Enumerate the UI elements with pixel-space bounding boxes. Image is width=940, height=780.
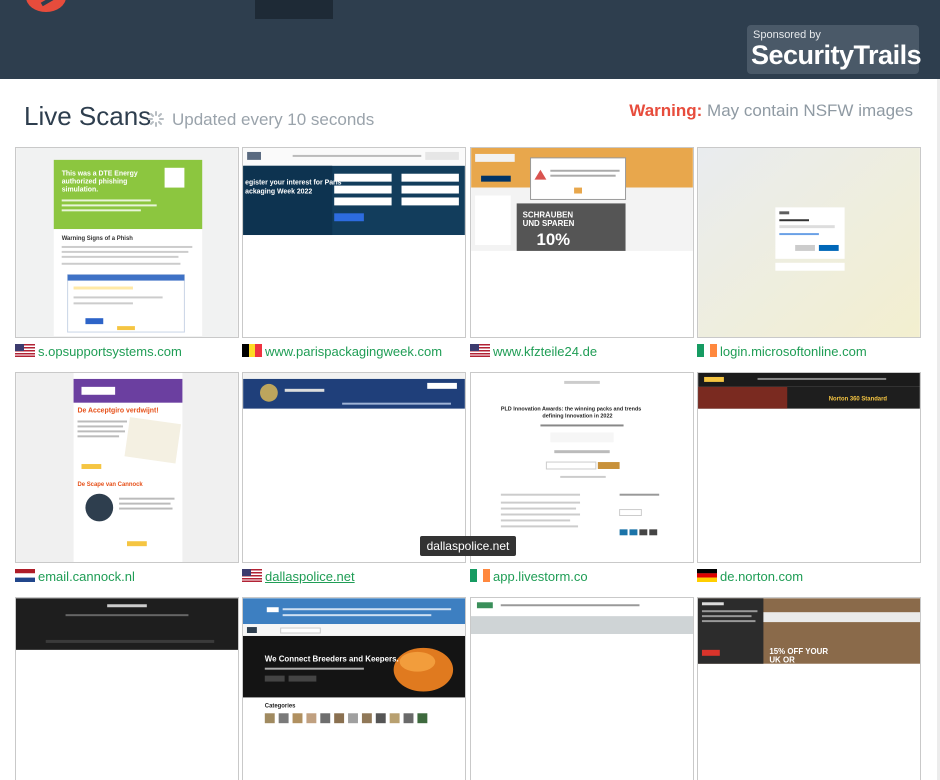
svg-text:simulation.: simulation. <box>62 187 99 194</box>
svg-text:UND SPAREN: UND SPAREN <box>523 219 575 228</box>
screenshot-dallaspolice <box>243 373 465 562</box>
scan-thumbnail-12[interactable]: 15% OFF YOUR UK OR <box>697 597 921 780</box>
svg-text:ackaging Week 2022: ackaging Week 2022 <box>245 189 312 196</box>
sponsor-name: SecurityTrails <box>751 40 922 70</box>
screenshot-norton: Norton 360 Standard <box>698 373 920 562</box>
nsfw-warning: Warning: May contain NSFW images <box>629 101 913 121</box>
scan-url-6: dallaspolice.net <box>265 569 355 585</box>
ie-flag-icon <box>697 344 717 357</box>
svg-text:This was a DTE Energy: This was a DTE Energy <box>62 171 138 178</box>
scan-thumbnail-3[interactable]: SCHRAUBEN UND SPAREN 10% <box>470 147 694 338</box>
scan-url-3: www.kfzteile24.de <box>493 344 598 360</box>
scan-thumbnail-11[interactable] <box>470 597 694 780</box>
page-title: Live Scans <box>24 101 152 131</box>
svg-text:15% OFF YOUR: 15% OFF YOUR <box>769 647 828 656</box>
ie-flag-icon <box>470 569 490 582</box>
scan-thumbnail-2[interactable]: egister your interest for Paris ackaging… <box>242 147 466 338</box>
be-flag-icon <box>242 344 262 357</box>
screenshot-parispackagingweek: egister your interest for Paris ackaging… <box>243 148 465 337</box>
url-tooltip: dallaspolice.net <box>420 536 516 556</box>
svg-text:PLD Innovation Awards: the win: PLD Innovation Awards: the winning packs… <box>501 407 642 413</box>
svg-text:egister your interest for Pari: egister your interest for Paris <box>245 180 341 187</box>
scan-url-4: login.microsoftonline.com <box>720 344 867 360</box>
nl-flag-icon <box>15 569 35 582</box>
scan-link-2[interactable]: www.parispackagingweek.com <box>242 343 442 361</box>
svg-text:SCHRAUBEN: SCHRAUBEN <box>523 210 574 219</box>
scan-link-3[interactable]: www.kfzteile24.de <box>470 343 597 361</box>
svg-text:defining Innovation in 2022: defining Innovation in 2022 <box>542 414 612 420</box>
screenshot-kfzteile24: SCHRAUBEN UND SPAREN 10% <box>471 148 693 337</box>
scan-url-5: email.cannock.nl <box>38 569 135 585</box>
svg-text:We Connect Breeders and Keeper: We Connect Breeders and Keepers. <box>265 655 399 664</box>
us-flag-icon <box>470 344 490 357</box>
us-flag-icon <box>242 569 262 582</box>
spinner-icon <box>148 111 164 127</box>
search-box[interactable] <box>255 0 333 19</box>
warning-text: May contain NSFW images <box>707 101 913 120</box>
scan-url-1: s.opsupportsystems.com <box>38 344 182 360</box>
update-interval-note: Updated every 10 seconds <box>172 110 375 129</box>
scan-link-5[interactable]: email.cannock.nl <box>15 568 135 586</box>
scan-thumbnail-10[interactable]: We Connect Breeders and Keepers. Categor… <box>242 597 466 780</box>
sponsor-badge[interactable]: Sponsored by SecurityTrails <box>747 25 922 74</box>
scan-link-7[interactable]: app.livestorm.co <box>470 568 588 586</box>
screenshot-livestorm: PLD Innovation Awards: the winning packs… <box>471 373 693 562</box>
scan-thumbnail-8[interactable]: Norton 360 Standard <box>697 372 921 563</box>
scan-url-7: app.livestorm.co <box>493 569 588 585</box>
screenshot-opsupportsystems: This was a DTE Energy authorized phishin… <box>16 148 238 337</box>
svg-text:De Scape van Cannock: De Scape van Cannock <box>78 482 144 488</box>
site-logo[interactable] <box>26 0 66 12</box>
de-flag-icon <box>697 569 717 582</box>
svg-text:UK OR: UK OR <box>769 656 795 665</box>
scan-thumbnail-5[interactable]: De Acceptgiro verdwijnt! De Scape van Ca… <box>15 372 239 563</box>
screenshot-row3-1 <box>16 598 238 780</box>
screenshot-cannock: De Acceptgiro verdwijnt! De Scape van Ca… <box>16 373 238 562</box>
us-flag-icon <box>15 344 35 357</box>
svg-text:Norton 360 Standard: Norton 360 Standard <box>829 397 888 403</box>
scan-link-8[interactable]: de.norton.com <box>697 568 803 586</box>
scan-link-4[interactable]: login.microsoftonline.com <box>697 343 867 361</box>
scan-thumbnail-4[interactable] <box>697 147 921 338</box>
screenshot-microsoftonline <box>698 148 920 337</box>
screenshot-row3-4: 15% OFF YOUR UK OR <box>698 598 920 780</box>
scan-thumbnail-6[interactable] <box>242 372 466 563</box>
scan-link-6[interactable]: dallaspolice.net <box>242 568 355 586</box>
scan-link-1[interactable]: s.opsupportsystems.com <box>15 343 182 361</box>
site-header: Sponsored by SecurityTrails <box>0 0 940 79</box>
svg-text:10%: 10% <box>536 230 570 249</box>
scan-thumbnail-7[interactable]: PLD Innovation Awards: the winning packs… <box>470 372 694 563</box>
scan-thumbnail-9[interactable] <box>15 597 239 780</box>
screenshot-row3-2: We Connect Breeders and Keepers. Categor… <box>243 598 465 780</box>
screenshot-row3-3 <box>471 598 693 780</box>
svg-text:De Acceptgiro verdwijnt!: De Acceptgiro verdwijnt! <box>78 408 159 415</box>
warning-label: Warning: <box>629 101 703 120</box>
svg-text:Categories: Categories <box>265 703 296 709</box>
scan-thumbnail-1[interactable]: This was a DTE Energy authorized phishin… <box>15 147 239 338</box>
dte-heading: Warning Signs of a Phish <box>62 236 134 242</box>
svg-text:authorized phishing: authorized phishing <box>62 179 128 186</box>
scan-url-2: www.parispackagingweek.com <box>265 344 443 360</box>
scan-url-8: de.norton.com <box>720 569 804 585</box>
